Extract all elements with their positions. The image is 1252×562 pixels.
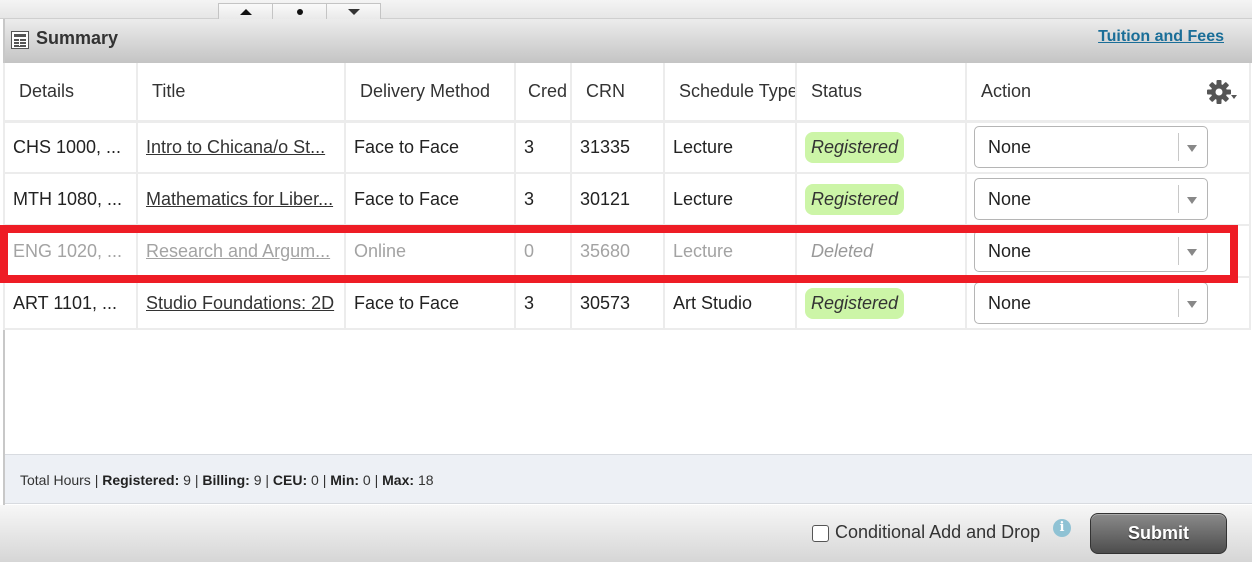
- info-icon[interactable]: i: [1053, 519, 1071, 537]
- cell-action: None: [965, 121, 1251, 174]
- cell-title: Studio Foundations: 2D: [136, 277, 346, 330]
- cell-title: Intro to Chicana/o St...: [136, 121, 346, 174]
- ceu-value: 0: [311, 472, 319, 488]
- cell-delivery-method: Online: [344, 225, 516, 278]
- gear-icon[interactable]: [1207, 79, 1237, 105]
- table-row: CHS 1000, ... Intro to Chicana/o St... F…: [3, 121, 1251, 174]
- submit-button[interactable]: Submit: [1090, 513, 1227, 554]
- cell-action: None: [965, 277, 1251, 330]
- action-select[interactable]: None: [974, 282, 1208, 324]
- column-header-details[interactable]: Details: [3, 63, 138, 123]
- billing-value: 9: [253, 472, 262, 488]
- cell-schedule-type: Lecture: [663, 173, 797, 226]
- conditional-add-drop-label: Conditional Add and Drop: [835, 522, 1041, 542]
- column-header-status[interactable]: Status: [795, 63, 967, 123]
- max-label: Max:: [382, 472, 415, 488]
- course-title-link[interactable]: Intro to Chicana/o St...: [146, 137, 336, 158]
- table-row: MTH 1080, ... Mathematics for Liber... F…: [3, 173, 1251, 226]
- cell-action: None: [965, 225, 1251, 278]
- table-row-deleted: ENG 1020, ... Research and Argum... Onli…: [3, 225, 1251, 278]
- dot-icon: [296, 8, 303, 15]
- column-header-action-label[interactable]: Action: [981, 81, 1031, 101]
- footer-bar: Conditional Add and Drop i Submit: [0, 505, 1252, 562]
- splitter-down-button[interactable]: [326, 3, 381, 19]
- column-header-title[interactable]: Title: [136, 63, 346, 123]
- panel-header: Summary Tuition and Fees: [5, 19, 1252, 63]
- status-badge: Registered: [805, 131, 905, 163]
- column-header-crn[interactable]: CRN: [570, 63, 665, 123]
- cell-delivery-method: Face to Face: [344, 173, 516, 226]
- cell-status: Deleted: [795, 225, 967, 278]
- summary-table: Details Title Delivery Method Cred CRN S…: [3, 63, 1251, 330]
- course-title-link[interactable]: Research and Argum...: [146, 241, 336, 262]
- column-header-delivery-method[interactable]: Delivery Method: [344, 63, 516, 123]
- triangle-up-icon: [239, 8, 252, 15]
- cell-schedule-type: Lecture: [663, 121, 797, 174]
- table-row: ART 1101, ... Studio Foundations: 2D Fac…: [3, 277, 1251, 330]
- min-value: 0: [362, 472, 371, 488]
- cell-action: None: [965, 173, 1251, 226]
- cell-credits: 3: [514, 173, 572, 226]
- cell-delivery-method: Face to Face: [344, 277, 516, 330]
- cell-status: Registered: [795, 277, 967, 330]
- cell-credits: 3: [514, 121, 572, 174]
- splitter-center-button[interactable]: [272, 3, 327, 19]
- status-badge: Registered: [805, 183, 905, 215]
- chevron-down-icon: [1187, 197, 1197, 204]
- cell-title: Research and Argum...: [136, 225, 346, 278]
- chevron-down-icon: [1187, 145, 1197, 153]
- cell-schedule-type: Lecture: [663, 225, 797, 278]
- table-icon: [11, 31, 29, 49]
- panel-title: Summary: [36, 28, 119, 48]
- cell-crn: 30573: [570, 277, 665, 330]
- course-title-link[interactable]: Mathematics for Liber...: [146, 189, 336, 210]
- cell-status: Registered: [795, 121, 967, 174]
- status-text: Deleted: [811, 240, 874, 261]
- top-strip: [0, 0, 1252, 19]
- action-select[interactable]: None: [974, 178, 1208, 220]
- total-hours-label: Total Hours: [20, 472, 91, 488]
- min-label: Min:: [330, 472, 360, 488]
- cell-delivery-method: Face to Face: [344, 121, 516, 174]
- billing-label: Billing:: [202, 472, 250, 488]
- cell-details: MTH 1080, ...: [3, 173, 138, 226]
- course-title-link[interactable]: Studio Foundations: 2D: [146, 293, 336, 314]
- cell-schedule-type: Art Studio: [663, 277, 797, 330]
- cell-credits: 3: [514, 277, 572, 330]
- conditional-add-drop[interactable]: Conditional Add and Drop: [812, 522, 1040, 543]
- tuition-and-fees-link[interactable]: Tuition and Fees: [1098, 28, 1224, 46]
- chevron-down-icon: [1187, 301, 1197, 308]
- cell-details: ENG 1020, ...: [3, 225, 138, 278]
- registered-label: Registered:: [102, 472, 180, 488]
- column-header-action: Action: [965, 63, 1251, 123]
- cell-crn: 31335: [570, 121, 665, 174]
- cell-status: Registered: [795, 173, 967, 226]
- action-select[interactable]: None: [974, 126, 1208, 169]
- table-header-row: Details Title Delivery Method Cred CRN S…: [3, 63, 1251, 123]
- max-value: 18: [417, 472, 434, 488]
- total-hours-bar: Total Hours | Registered: 9 | Billing: 9…: [5, 454, 1252, 504]
- cell-details: ART 1101, ...: [3, 277, 138, 330]
- status-badge: Registered: [805, 287, 905, 319]
- conditional-add-drop-checkbox[interactable]: [812, 525, 829, 542]
- cell-details: CHS 1000, ...: [3, 121, 138, 174]
- triangle-down-icon: [347, 8, 360, 15]
- ceu-label: CEU:: [272, 472, 308, 488]
- panel-splitter: [218, 3, 381, 19]
- splitter-up-button[interactable]: [218, 3, 273, 19]
- cell-title: Mathematics for Liber...: [136, 173, 346, 226]
- chevron-down-icon: [1187, 249, 1197, 256]
- column-header-credits[interactable]: Cred: [514, 63, 572, 123]
- action-select[interactable]: None: [974, 230, 1208, 272]
- cell-crn: 35680: [570, 225, 665, 278]
- cell-credits: 0: [514, 225, 572, 278]
- registered-value: 9: [183, 472, 191, 488]
- cell-crn: 30121: [570, 173, 665, 226]
- column-header-schedule-type[interactable]: Schedule Type: [663, 63, 797, 123]
